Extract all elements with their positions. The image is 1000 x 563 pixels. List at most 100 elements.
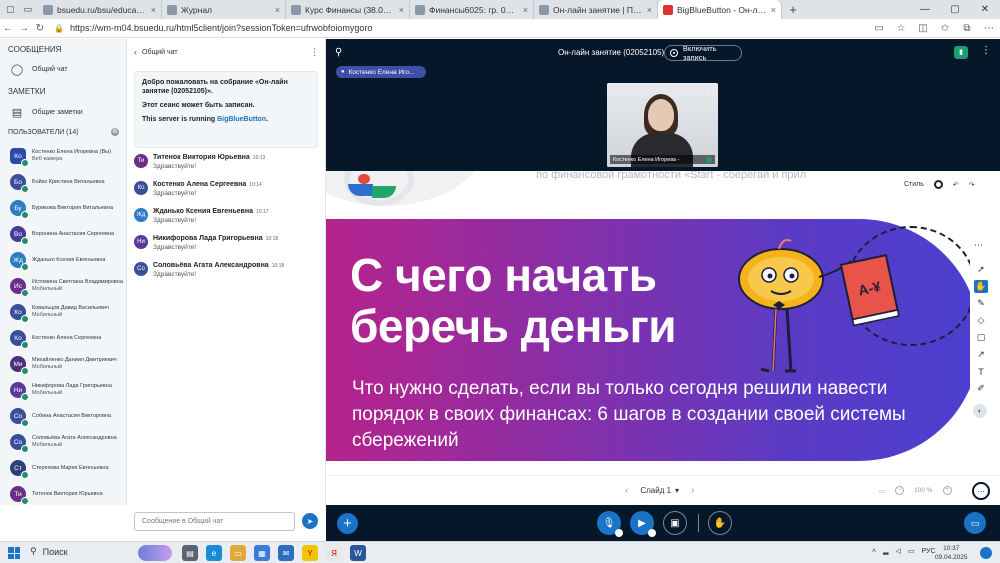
toolbar-collapse-icon[interactable]: ◐ [973, 404, 987, 418]
user-list-item[interactable]: Со Собина Анастасия Викторовна [0, 403, 127, 429]
language-indicator[interactable]: РУС [922, 548, 936, 555]
word-icon[interactable]: W [350, 545, 366, 561]
user-list-item[interactable]: Бу Бурикова Виктория Витальевна [0, 195, 127, 221]
windows-start-icon[interactable] [8, 547, 20, 559]
task-view-icon[interactable]: ▤ [182, 545, 198, 561]
browser-tab[interactable]: bsuedu.ru/bsu/education/schedu × [38, 0, 162, 19]
raise-hand-button[interactable]: ✋ [708, 511, 732, 535]
new-tab-button[interactable]: + [782, 0, 804, 19]
mail-icon[interactable]: ✉ [278, 545, 294, 561]
microphone-button[interactable]: 🎙 [597, 511, 623, 537]
notification-icon[interactable] [980, 547, 992, 559]
camera-permission-icon[interactable]: ▭ [868, 23, 890, 34]
user-list-item[interactable]: Бо Бойко Кристина Витальевна [0, 169, 127, 195]
reload-icon[interactable]: ↻ [32, 23, 48, 34]
browser-tab[interactable]: Он-лайн занятие | Пегас × [534, 0, 658, 19]
record-button[interactable]: Включить запись [664, 44, 742, 62]
close-tab-icon[interactable]: × [647, 5, 652, 15]
browser-tab[interactable]: Журнал × [162, 0, 286, 19]
stroke-color-icon[interactable] [933, 180, 943, 189]
presentation-slide[interactable]: по финансовой грамотности «Start - сбере… [326, 171, 1000, 475]
browser-tab[interactable]: BigBlueButton - Он-лайн за × [658, 0, 782, 19]
presentation-options-button[interactable]: ⋯ [972, 482, 990, 500]
user-list-item[interactable]: Ни Никифорова Лада Григорьевна Мобильный [0, 377, 127, 403]
send-button[interactable]: ➤ [302, 513, 318, 529]
taskbar-search[interactable]: ⚲ Поиск [30, 546, 68, 557]
url-field[interactable]: 🔒 https://wm-m04.bsuedu.ru/html5client/j… [54, 21, 858, 36]
options-menu-icon[interactable]: ⋮ [981, 45, 991, 56]
camera-options-badge[interactable] [648, 529, 656, 537]
close-window-button[interactable]: ✕ [970, 0, 1000, 19]
search-highlight-image[interactable] [138, 545, 172, 561]
user-list-item[interactable]: Ис Истомина Светлана Владимировна Мобильны… [0, 273, 127, 299]
close-tab-icon[interactable]: × [399, 5, 404, 15]
user-list-item[interactable]: Ко Костенко Елена Игоревна (Вы) Веб-камера [0, 143, 127, 169]
edge-browser-icon[interactable]: e [206, 545, 222, 561]
fit-to-width-icon[interactable]: ▭ [879, 487, 885, 495]
note-tool-icon[interactable]: ✐ [974, 382, 988, 395]
browser-tab[interactable]: Финансы6025: гр. 02052105 | Пе × [410, 0, 534, 19]
tools-more-icon[interactable]: ⋯ [974, 240, 983, 251]
user-list-item[interactable]: Жд Жданько Ксения Евгеньевна [0, 247, 127, 273]
close-tab-icon[interactable]: × [523, 5, 528, 15]
redo-icon[interactable]: ↷ [969, 181, 975, 189]
public-chat-item[interactable]: ◯ Общий чат [0, 63, 127, 76]
forward-icon[interactable]: → [16, 23, 32, 34]
workspaces-icon[interactable]: ▢ [6, 4, 15, 15]
chevron-left-icon[interactable]: ‹ [134, 47, 137, 57]
actions-plus-button[interactable]: + [337, 513, 358, 534]
pan-hand-tool-icon[interactable]: ✋ [974, 280, 988, 293]
collections-icon[interactable]: ⧉ [956, 23, 978, 34]
text-tool-icon[interactable]: T [974, 365, 988, 378]
favorite-star-icon[interactable]: ☆ [890, 23, 912, 34]
microphone-options-badge[interactable] [615, 529, 623, 537]
taskbar-clock[interactable]: 10:37 09.04.2025 [935, 544, 968, 562]
split-screen-icon[interactable]: ◫ [912, 23, 934, 34]
close-tab-icon[interactable]: × [275, 5, 280, 15]
store-icon[interactable]: ▦ [254, 545, 270, 561]
back-icon[interactable]: ← [0, 23, 16, 34]
slide-selector[interactable]: Слайд 1 ▾ [640, 486, 679, 495]
volume-icon[interactable]: ◁ [895, 547, 900, 555]
connection-status-icon[interactable]: ▮ [954, 46, 968, 59]
gear-icon[interactable]: ⚙ [111, 128, 119, 136]
eraser-tool-icon[interactable]: ◇ [974, 314, 988, 327]
minimize-button[interactable]: — [910, 0, 940, 19]
chat-message-input[interactable]: Сообщение в Общий чат [134, 512, 295, 531]
yandex-browser-icon[interactable]: Y [302, 545, 318, 561]
bigbluebutton-link[interactable]: BigBlueButton [217, 116, 266, 123]
tray-expand-icon[interactable]: ˄ [872, 548, 876, 555]
camera-button[interactable]: ▶ [630, 511, 656, 537]
shared-notes-item[interactable]: ▤ Общие заметки [0, 106, 127, 119]
pencil-tool-icon[interactable]: ✎ [974, 297, 988, 310]
network-icon[interactable]: ▂ [883, 547, 888, 555]
maximize-button[interactable]: ▢ [940, 0, 970, 19]
user-list-item[interactable]: Во Воронина Анастасия Сергеевна [0, 221, 127, 247]
user-list-item[interactable]: Ти Титенок Виктория Юрьевна [0, 481, 127, 507]
user-list-item[interactable]: Ко Ковальцов Давид Васильевич Мобильный [0, 299, 127, 325]
webcam-video[interactable]: ⛶ Костенко Елена Игорева - [607, 83, 718, 167]
user-list-item[interactable]: Ми Михайленко Даниил Дмитриевич Мобильный [0, 351, 127, 377]
previous-slide-icon[interactable]: ‹ [625, 485, 628, 496]
select-tool-icon[interactable]: ➚ [974, 263, 988, 276]
favorites-icon[interactable]: ✩ [934, 23, 956, 34]
rectangle-tool-icon[interactable]: ▢ [974, 331, 988, 344]
user-list-item[interactable]: Ст Стерехова Мария Евгеньевна [0, 455, 127, 481]
user-list-item[interactable]: Со Соловьёва Агата Александровна Мобильный [0, 429, 127, 455]
zoom-out-icon[interactable]: − [895, 486, 905, 495]
browser-tab[interactable]: Курс Финансы (38.03.01 Эконом × [286, 0, 410, 19]
fullscreen-icon[interactable]: ⛶ [708, 87, 714, 98]
arrow-tool-icon[interactable]: ↗ [974, 348, 988, 361]
close-tab-icon[interactable]: × [771, 5, 776, 15]
next-slide-icon[interactable]: › [691, 485, 694, 496]
chat-toggle-button[interactable]: ▭ [964, 512, 986, 534]
file-explorer-icon[interactable]: ▭ [230, 545, 246, 561]
undo-icon[interactable]: ↶ [953, 181, 959, 189]
chat-options-icon[interactable]: ⋮ [310, 47, 319, 58]
close-tab-icon[interactable]: × [151, 5, 156, 15]
battery-icon[interactable]: ▭ [908, 547, 915, 555]
zoom-in-icon[interactable]: + [942, 486, 952, 495]
menu-icon[interactable]: ⋯ [978, 23, 1000, 34]
yandex-icon[interactable]: Я [326, 545, 342, 561]
user-list-toggle-icon[interactable]: ⚲ [335, 47, 342, 58]
